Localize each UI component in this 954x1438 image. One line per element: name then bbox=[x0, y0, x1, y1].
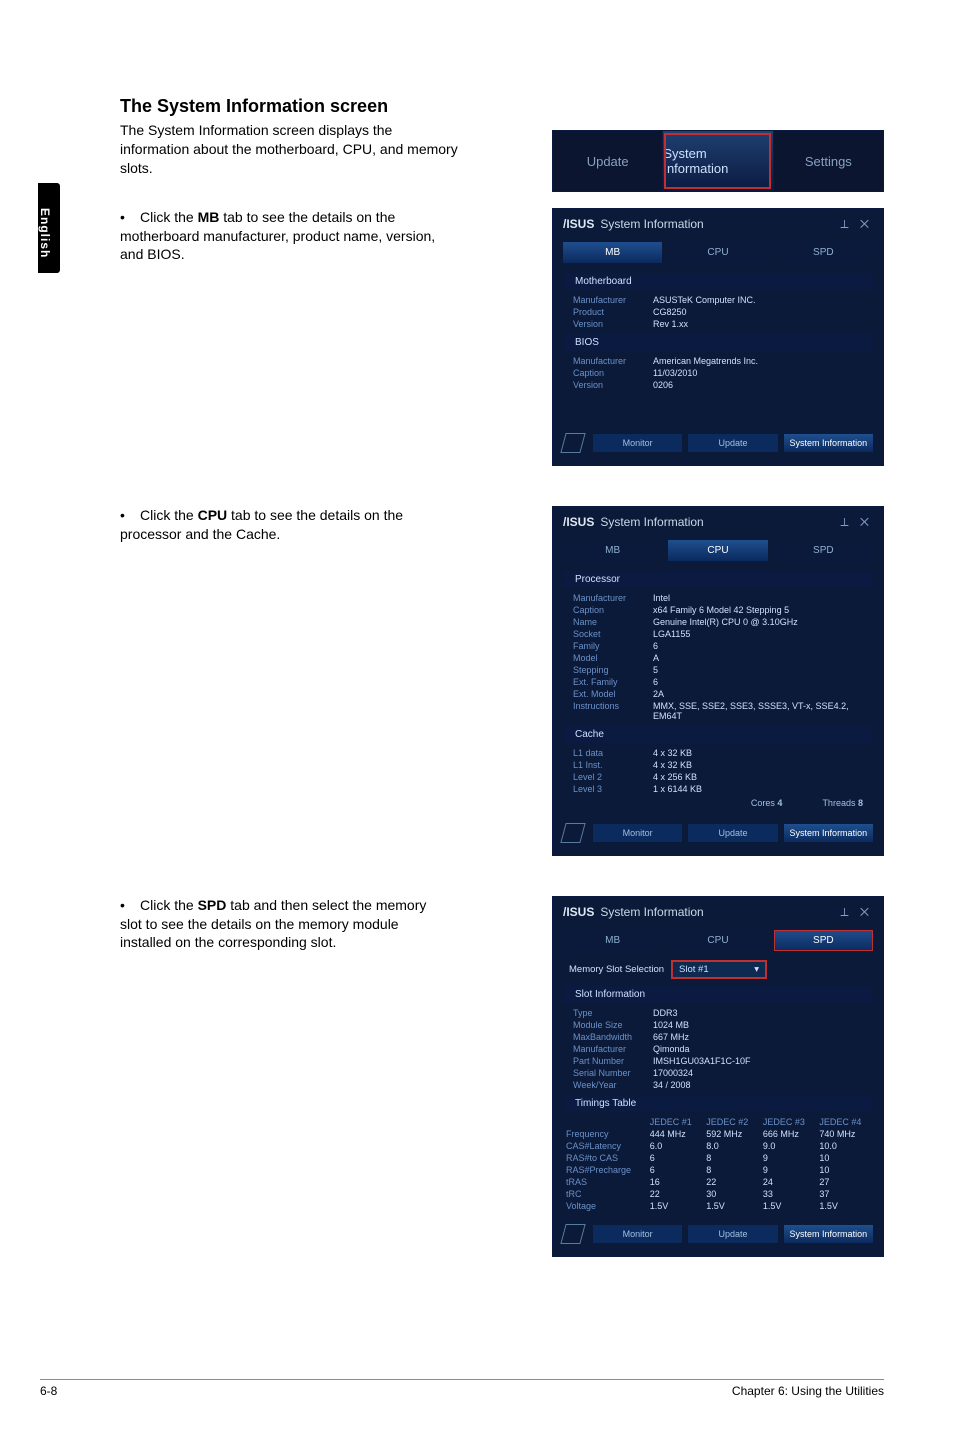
brand-logo: /ISUS bbox=[563, 515, 594, 529]
inner-tab-cpu: CPU bbox=[668, 242, 767, 263]
inner-tab-cpu: CPU bbox=[668, 540, 767, 561]
footer-sysinfo: System Information bbox=[784, 824, 873, 842]
section-processor: Processor bbox=[563, 571, 873, 588]
bullet-mb-bold: MB bbox=[198, 209, 220, 225]
window-icons: ⟂ ✕ bbox=[841, 905, 873, 920]
panel-title: System Information bbox=[600, 217, 703, 231]
footer-glyph-icon bbox=[560, 823, 585, 843]
bullet-spd: •Click the SPD tab and then select the m… bbox=[120, 896, 440, 953]
footer-sysinfo: System Information bbox=[784, 434, 873, 452]
chapter-label: Chapter 6: Using the Utilities bbox=[732, 1384, 884, 1398]
slot-selection-dropdown: Slot #1 ▾ bbox=[673, 962, 765, 977]
footer-update: Update bbox=[688, 824, 777, 842]
bullet-cpu-pre: Click the bbox=[140, 507, 198, 523]
page-heading: The System Information screen bbox=[120, 96, 884, 117]
footer-glyph-icon bbox=[560, 1224, 585, 1244]
chevron-down-icon: ▾ bbox=[754, 964, 759, 975]
section-cache: Cache bbox=[563, 726, 873, 743]
footer-update: Update bbox=[688, 1225, 777, 1243]
panel-title: System Information bbox=[600, 905, 703, 919]
tab-system-information: System Information bbox=[662, 131, 772, 191]
inner-tab-spd: SPD bbox=[774, 242, 873, 263]
panel-cpu-figure: /ISUS System Information ⟂ ✕ MB CPU SPD … bbox=[552, 506, 884, 856]
inner-tab-mb: MB bbox=[563, 930, 662, 951]
footer-monitor: Monitor bbox=[593, 824, 682, 842]
inner-tab-spd: SPD bbox=[774, 540, 873, 561]
top-tabbar-figure: Update System Information Settings bbox=[552, 130, 884, 192]
window-icons: ⟂ ✕ bbox=[841, 515, 873, 530]
bullet-cpu: •Click the CPU tab to see the details on… bbox=[120, 506, 440, 544]
footer-update: Update bbox=[688, 434, 777, 452]
bullet-mb-pre: Click the bbox=[140, 209, 198, 225]
inner-tab-spd: SPD bbox=[774, 930, 873, 951]
footer-monitor: Monitor bbox=[593, 434, 682, 452]
tab-update: Update bbox=[553, 131, 662, 191]
language-tab: English bbox=[38, 183, 60, 273]
window-icons: ⟂ ✕ bbox=[841, 217, 873, 232]
inner-tab-cpu: CPU bbox=[668, 930, 767, 951]
tab-settings: Settings bbox=[773, 131, 883, 191]
section-slot-info: Slot Information bbox=[563, 986, 873, 1003]
section-bios: BIOS bbox=[563, 334, 873, 351]
section-timings: Timings Table bbox=[563, 1095, 873, 1112]
timings-table: JEDEC #1 JEDEC #2 JEDEC #3 JEDEC #4 Freq… bbox=[563, 1116, 873, 1212]
brand-logo: /ISUS bbox=[563, 905, 594, 919]
intro-paragraph: The System Information screen displays t… bbox=[120, 121, 460, 178]
panel-mb-figure: /ISUS System Information ⟂ ✕ MB CPU SPD … bbox=[552, 208, 884, 466]
section-motherboard: Motherboard bbox=[563, 273, 873, 290]
bullet-mb: •Click the MB tab to see the details on … bbox=[120, 208, 440, 265]
brand-logo: /ISUS bbox=[563, 217, 594, 231]
footer-monitor: Monitor bbox=[593, 1225, 682, 1243]
slot-selection-label: Memory Slot Selection bbox=[569, 964, 664, 975]
panel-spd-figure: /ISUS System Information ⟂ ✕ MB CPU SPD … bbox=[552, 896, 884, 1257]
bullet-cpu-bold: CPU bbox=[198, 507, 228, 523]
page-number: 6-8 bbox=[40, 1384, 57, 1398]
bullet-spd-pre: Click the bbox=[140, 897, 198, 913]
panel-title: System Information bbox=[600, 515, 703, 529]
footer-sysinfo: System Information bbox=[784, 1225, 873, 1243]
bullet-spd-bold: SPD bbox=[198, 897, 227, 913]
inner-tab-mb: MB bbox=[563, 242, 662, 263]
footer-glyph-icon bbox=[560, 433, 585, 453]
inner-tab-mb: MB bbox=[563, 540, 662, 561]
